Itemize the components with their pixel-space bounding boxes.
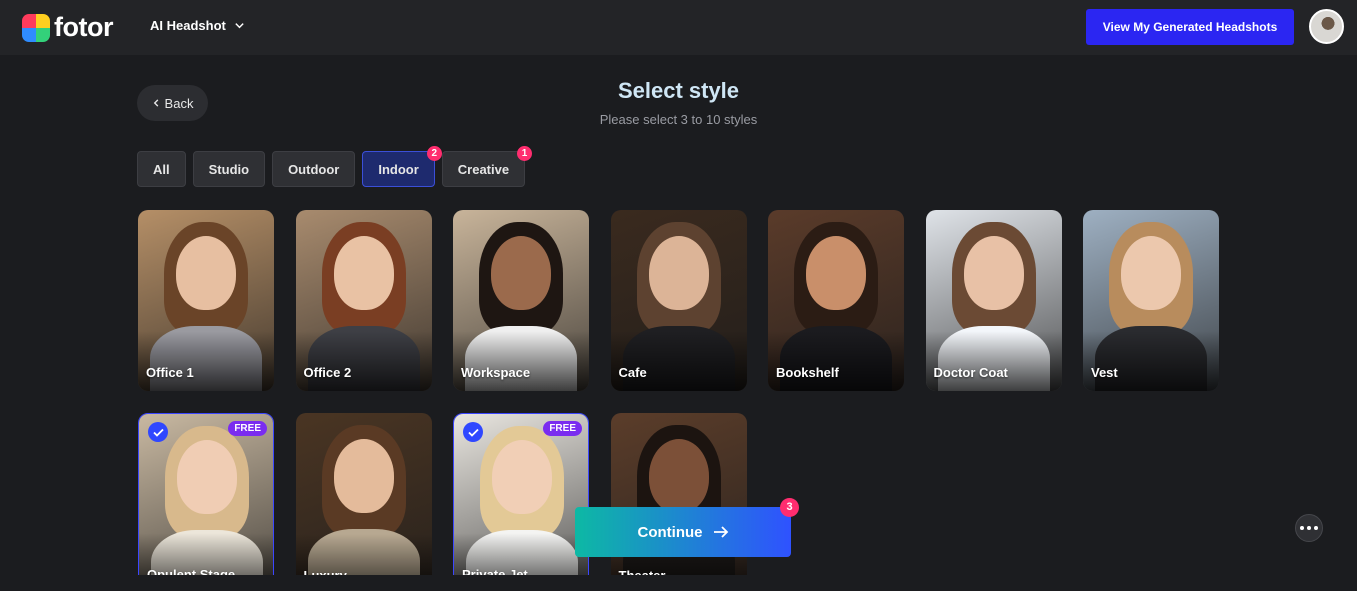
style-label: Office 2 [303, 365, 352, 380]
preview-face [177, 440, 237, 514]
style-label: Bookshelf [776, 365, 839, 380]
style-label: Private Jet [462, 567, 528, 575]
style-label: Luxury [304, 568, 347, 575]
style-label: Theater [619, 568, 666, 575]
style-label: Office 1 [146, 365, 194, 380]
preview-face [491, 236, 551, 310]
style-card-cafe[interactable]: Cafe [610, 210, 747, 391]
label-shade [610, 331, 747, 391]
page-title: Select style [617, 78, 740, 103]
more-options-button[interactable] [1295, 514, 1323, 542]
preview-face [963, 236, 1024, 310]
continue-button[interactable]: Continue 3 [575, 498, 799, 557]
user-avatar[interactable] [1309, 9, 1344, 44]
product-menu[interactable]: AI Headshot [150, 18, 245, 33]
style-card-opulent-stage[interactable]: Opulent Stage FREE [138, 413, 274, 575]
product-menu-label: AI Headshot [150, 18, 226, 33]
preview-face [806, 236, 866, 310]
style-card-bookshelf[interactable]: Bookshelf [768, 210, 904, 391]
fotor-logo[interactable]: fotor [22, 12, 113, 43]
check-icon [148, 422, 168, 442]
tab-studio[interactable]: Studio [192, 151, 266, 187]
preview-face [176, 236, 236, 310]
preview-face [333, 236, 394, 310]
tab-count-badge: 2 [426, 146, 442, 161]
label-shade [925, 331, 1062, 391]
tab-label: Indoor [378, 161, 419, 177]
preview-face [648, 439, 709, 513]
tab-indoor[interactable]: Indoor 2 [362, 146, 442, 187]
tab-all[interactable]: All [137, 151, 186, 187]
label-shade [453, 331, 589, 391]
tab-label: Creative [457, 161, 510, 177]
check-icon [463, 422, 483, 442]
style-label: Workspace [461, 365, 531, 380]
style-card-private-jet[interactable]: Private Jet FREE [453, 413, 589, 575]
style-card-vest[interactable]: Vest [1083, 210, 1219, 391]
style-card-office-1[interactable]: Office 1 [138, 210, 274, 391]
fotor-logo-icon [22, 13, 50, 42]
continue-label: Continue [637, 523, 703, 541]
free-badge: FREE [543, 421, 582, 436]
style-card-workspace[interactable]: Workspace [453, 210, 589, 391]
style-label: Opulent Stage [147, 567, 236, 575]
tab-label: Studio [208, 161, 250, 177]
tab-creative[interactable]: Creative 1 [441, 146, 533, 187]
page-subtitle: Please select 3 to 10 styles [599, 112, 758, 127]
style-card-doctor-coat[interactable]: Doctor Coat [925, 210, 1062, 391]
free-badge: FREE [228, 421, 267, 436]
more-dot [1314, 526, 1318, 530]
style-label: Vest [1091, 365, 1118, 380]
tab-count-badge: 1 [517, 146, 533, 161]
style-label: Cafe [618, 365, 647, 380]
preview-face [648, 236, 709, 310]
label-shade [1083, 331, 1219, 391]
arrow-right-icon [713, 526, 728, 538]
tab-outdoor[interactable]: Outdoor [272, 151, 356, 187]
style-card-office-2[interactable]: Office 2 [295, 210, 432, 391]
style-category-tabs: All Studio Outdoor Indoor 2 Creative 1 [137, 146, 533, 187]
label-shade [295, 331, 432, 391]
tab-label: All [153, 161, 170, 177]
label-shade [138, 331, 274, 391]
preview-face [1121, 236, 1181, 310]
top-bar: fotor AI Headshot View My Generated Head… [0, 0, 1357, 55]
logo-text: fotor [54, 12, 113, 42]
style-card-luxury[interactable]: Luxury [295, 413, 432, 575]
style-label: Doctor Coat [933, 365, 1008, 380]
chevron-down-icon [235, 23, 244, 29]
preview-face [492, 440, 552, 514]
view-generated-headshots-button[interactable]: View My Generated Headshots [1086, 9, 1294, 45]
more-dot [1300, 526, 1304, 530]
selected-count-badge: 3 [780, 498, 799, 517]
more-dot [1307, 526, 1311, 530]
label-shade [768, 331, 904, 391]
preview-face [333, 439, 394, 513]
tab-label: Outdoor [288, 161, 340, 177]
